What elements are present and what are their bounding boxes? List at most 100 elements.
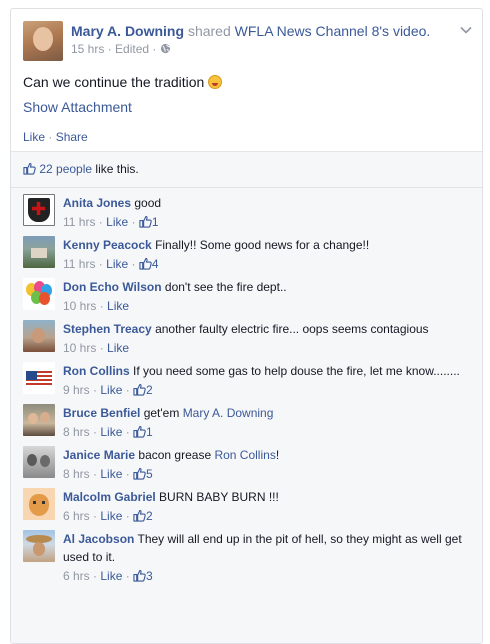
comment-body: Kenny Peacock Finally!! Some good news f… [63, 236, 470, 272]
comment-likes-number: 3 [146, 569, 153, 583]
comment-time[interactable]: 6 hrs [63, 569, 90, 583]
commenter-name[interactable]: Bruce Benfiel [63, 406, 140, 420]
comment: Ron Collins If you need some gas to help… [11, 356, 482, 398]
comment-text: get'em [143, 406, 183, 420]
commenter-name[interactable]: Ron Collins [63, 364, 130, 378]
commenter-avatar-man-photo[interactable] [23, 320, 55, 352]
feedback-section: 22 people like this. Anita Jones good 11… [11, 151, 482, 643]
comment-likes-count[interactable]: 2 [133, 383, 153, 397]
like-link[interactable]: Like [23, 130, 45, 144]
comment-meta: 8 hrs · Like · 5 [63, 467, 153, 481]
chevron-down-icon[interactable] [460, 23, 472, 37]
comment-body: Malcolm Gabriel BURN BABY BURN !!! 6 hrs… [63, 488, 470, 524]
comment-body: Anita Jones good 11 hrs · Like · 1 [63, 194, 470, 230]
comment-likes-count[interactable]: 4 [139, 257, 159, 271]
thumbs-up-icon [133, 569, 146, 582]
post-time[interactable]: 15 hrs [71, 42, 104, 56]
comment-like-link[interactable]: Like [107, 341, 129, 355]
commenter-avatar-cowboy-hat-photo[interactable] [23, 530, 55, 562]
comment-text-after: ! [275, 448, 280, 462]
tagged-user-link[interactable]: Mary A. Downing [183, 406, 274, 420]
actions-separator: · [48, 130, 56, 144]
comment: Malcolm Gabriel BURN BABY BURN !!! 6 hrs… [11, 482, 482, 524]
commenter-avatar-cat-photo[interactable] [23, 488, 55, 520]
comment-like-link[interactable]: Like [106, 257, 128, 271]
thumbs-up-icon [133, 467, 146, 480]
commenter-name[interactable]: Kenny Peacock [63, 238, 152, 252]
commenter-name[interactable]: Janice Marie [63, 448, 135, 462]
commenter-name[interactable]: Al Jacobson [63, 532, 134, 546]
meta-separator: · [107, 42, 116, 56]
comment: Al Jacobson They will all end up in the … [11, 524, 482, 584]
share-link[interactable]: Share [56, 130, 88, 144]
post-card: Mary A. Downing shared WFLA News Channel… [10, 8, 483, 644]
comment: Stephen Treacy another faulty electric f… [11, 314, 482, 356]
post: Mary A. Downing shared WFLA News Channel… [11, 9, 482, 151]
comment-like-link[interactable]: Like [100, 383, 122, 397]
comment: Anita Jones good 11 hrs · Like · 1 [11, 188, 482, 230]
comment-text: good [134, 196, 162, 210]
thumbs-up-icon [133, 383, 146, 396]
comment-like-link[interactable]: Like [100, 425, 122, 439]
comment-meta: 6 hrs · Like · 2 [63, 509, 153, 523]
comment-likes-number: 1 [146, 425, 153, 439]
comment-likes-count[interactable]: 5 [133, 467, 153, 481]
comment-like-link[interactable]: Like [100, 467, 122, 481]
comment-like-link[interactable]: Like [106, 215, 128, 229]
source-suffix: 's video. [379, 23, 431, 39]
comment-time[interactable]: 10 hrs [63, 299, 96, 313]
comment-time[interactable]: 11 hrs [63, 257, 95, 271]
post-header: Mary A. Downing shared WFLA News Channel… [23, 21, 472, 61]
post-headline: Mary A. Downing shared WFLA News Channel… [71, 22, 430, 40]
post-message: Can we continue the tradition [23, 73, 470, 91]
comment: Don Echo Wilson don't see the fire dept.… [11, 272, 482, 314]
edited-label[interactable]: Edited [115, 42, 149, 56]
commenter-avatar-house-photo[interactable] [23, 236, 55, 268]
author-avatar[interactable] [23, 21, 63, 61]
tagged-user-link[interactable]: Ron Collins [214, 448, 275, 462]
commenter-name[interactable]: Stephen Treacy [63, 322, 152, 336]
thumbs-up-icon [133, 425, 146, 438]
commenter-avatar-templar-cross[interactable] [23, 194, 55, 226]
comment-like-link[interactable]: Like [100, 509, 122, 523]
comment-likes-count[interactable]: 1 [139, 215, 159, 229]
comment-meta: 8 hrs · Like · 1 [63, 425, 153, 439]
source-link[interactable]: WFLA News Channel 8's video. [235, 23, 431, 39]
likes-count-link[interactable]: 22 people [39, 162, 92, 176]
comment-likes-count[interactable]: 3 [133, 569, 153, 583]
comment-meta: 9 hrs · Like · 2 [63, 383, 153, 397]
comment-text: bacon grease [138, 448, 215, 462]
commenter-avatar-balloons[interactable] [23, 278, 55, 310]
commenter-name[interactable]: Malcolm Gabriel [63, 490, 156, 504]
source-name: WFLA News Channel 8 [234, 23, 380, 39]
post-actions: Like · Share [23, 130, 470, 144]
comment-time[interactable]: 6 hrs [63, 509, 90, 523]
comment-text: another faulty electric fire... oops see… [155, 322, 429, 336]
comment-time[interactable]: 9 hrs [63, 383, 90, 397]
comment-meta: 11 hrs · Like · 4 [63, 257, 159, 271]
comment-likes-count[interactable]: 2 [133, 509, 153, 523]
show-attachment-link[interactable]: Show Attachment [23, 98, 470, 116]
comment-body: Janice Marie bacon grease Ron Collins! 8… [63, 446, 470, 482]
comment-time[interactable]: 8 hrs [63, 467, 90, 481]
comment: Kenny Peacock Finally!! Some good news f… [11, 230, 482, 272]
comment-time[interactable]: 10 hrs [63, 341, 96, 355]
commenter-name[interactable]: Don Echo Wilson [63, 280, 162, 294]
comment-text: Finally!! Some good news for a change!! [155, 238, 370, 252]
comment-like-link[interactable]: Like [100, 569, 122, 583]
comment: Janice Marie bacon grease Ron Collins! 8… [11, 440, 482, 482]
commenter-name[interactable]: Anita Jones [63, 196, 131, 210]
meta-separator: · [152, 42, 160, 56]
comment-like-link[interactable]: Like [107, 299, 129, 313]
comment-time[interactable]: 8 hrs [63, 425, 90, 439]
comment-likes-count[interactable]: 1 [133, 425, 153, 439]
comment-time[interactable]: 11 hrs [63, 215, 95, 229]
commenter-avatar-god-bless-flag[interactable] [23, 362, 55, 394]
commenter-avatar-couple-photo[interactable] [23, 404, 55, 436]
comment-meta: 10 hrs · Like [63, 341, 130, 355]
post-message-text: Can we continue the tradition [23, 74, 205, 90]
author-name-link[interactable]: Mary A. Downing [71, 23, 184, 39]
comment-body: Bruce Benfiel get'em Mary A. Downing 8 h… [63, 404, 470, 440]
comment-likes-number: 2 [146, 383, 153, 397]
commenter-avatar-bw-photo[interactable] [23, 446, 55, 478]
